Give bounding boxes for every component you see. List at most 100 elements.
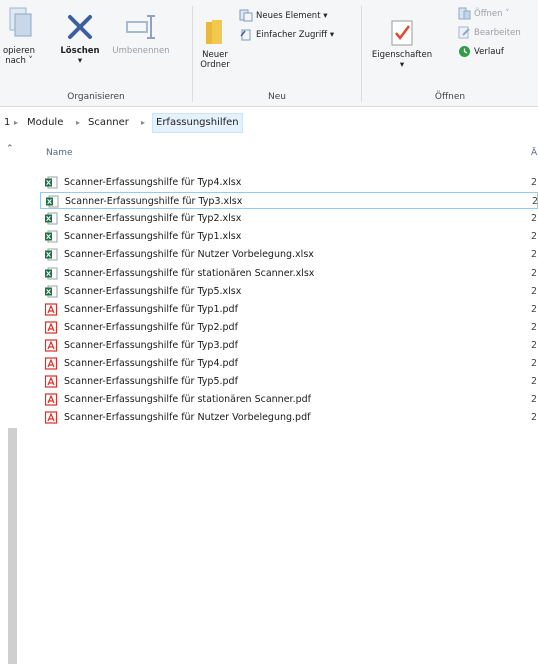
pdf-icon <box>44 321 58 334</box>
file-date: 2 <box>531 339 538 351</box>
edit-button[interactable]: Bearbeiten <box>458 26 521 40</box>
breadcrumb-lead: 1 <box>4 117 11 128</box>
file-row[interactable]: Scanner-Erfassungshilfe für Typ5.pdf 2 <box>40 373 538 390</box>
excel-icon <box>45 230 58 243</box>
properties-button[interactable]: Eigenschaften ▾ <box>370 20 434 70</box>
file-name: Scanner-Erfassungshilfe für Nutzer Vorbe… <box>64 249 314 261</box>
file-date: 2 <box>531 285 538 297</box>
rename-button[interactable]: Umbenennen <box>108 12 174 56</box>
file-date: 2 <box>531 231 538 243</box>
file-row[interactable]: Scanner-Erfassungshilfe für Nutzer Vorbe… <box>40 246 538 263</box>
file-row[interactable]: Scanner-Erfassungshilfe für Typ2.pdf 2 <box>40 319 538 336</box>
edit-icon <box>458 26 470 39</box>
file-row[interactable]: Scanner-Erfassungshilfe für stationären … <box>40 391 538 408</box>
properties-arrow: ▾ <box>399 60 405 70</box>
ribbon: opieren nach ˅ Löschen ▾ Umbenennen Orga… <box>0 0 538 107</box>
file-date: 2 <box>531 303 538 315</box>
rename-icon <box>126 15 155 39</box>
file-date: 2 <box>531 412 538 424</box>
open-group-label: Öffnen <box>434 92 466 102</box>
file-row[interactable]: Scanner-Erfassungshilfe für Typ2.xlsx 2 <box>40 210 538 227</box>
file-name: Scanner-Erfassungshilfe für stationären … <box>64 267 315 279</box>
delete-x-icon <box>68 15 92 39</box>
new-group: Neuer Ordner Neues Element ▾ Einfacher Z… <box>193 0 361 106</box>
breadcrumb-item-module[interactable]: Module <box>27 112 63 134</box>
excel-icon <box>45 267 58 279</box>
pdf-icon <box>44 357 58 370</box>
file-row[interactable]: Scanner-Erfassungshilfe für Typ4.pdf 2 <box>40 355 538 372</box>
file-name: Scanner-Erfassungshilfe für Typ3.xlsx <box>65 196 243 208</box>
file-row[interactable]: Scanner-Erfassungshilfe für Nutzer Vorbe… <box>40 409 538 426</box>
open-button[interactable]: Öffnen ˅ <box>458 7 510 21</box>
open-icon <box>458 7 471 20</box>
file-row[interactable]: Scanner-Erfassungshilfe für Typ5.xlsx 2 <box>40 283 538 300</box>
excel-icon <box>46 195 59 208</box>
file-name: Scanner-Erfassungshilfe für Typ1.pdf <box>64 303 238 315</box>
excel-icon <box>45 285 58 298</box>
delete-arrow: ▾ <box>77 56 83 66</box>
new-folder-button[interactable]: Neuer Ordner <box>199 16 231 70</box>
file-row[interactable]: Scanner-Erfassungshilfe für Typ1.pdf 2 <box>40 301 538 318</box>
new-folder-label-2: Ordner <box>200 60 230 70</box>
organize-group-label: Organisieren <box>67 92 125 102</box>
easy-access-label: Einfacher Zugriff ▾ <box>256 30 335 40</box>
breadcrumb-item-scanner[interactable]: Scanner <box>88 112 129 134</box>
file-name: Scanner-Erfassungshilfe für Typ2.pdf <box>64 321 238 333</box>
edit-label: Bearbeiten <box>474 28 521 38</box>
pdf-icon <box>44 375 58 388</box>
file-row[interactable]: Scanner-Erfassungshilfe für Typ3.pdf 2 <box>40 337 538 354</box>
copy-to-label-2: nach ˅ <box>5 56 33 66</box>
file-name: Scanner-Erfassungshilfe für stationären … <box>64 394 311 406</box>
open-group: Eigenschaften ▾ Öffnen ˅ Bearbeiten Verl… <box>362 0 538 106</box>
file-name: Scanner-Erfassungshilfe für Typ1.xlsx <box>64 231 242 243</box>
file-date: 2 <box>531 249 538 261</box>
properties-label: Eigenschaften <box>371 50 433 60</box>
breadcrumb-item-erfassungshilfen[interactable]: Erfassungshilfen <box>152 113 243 133</box>
new-item-icon <box>239 9 253 22</box>
pdf-icon <box>44 339 58 352</box>
file-row[interactable]: Scanner-Erfassungshilfe für stationären … <box>40 265 538 282</box>
copy-to-label-1: opieren <box>2 46 36 56</box>
chevron-right-icon: ▸ <box>76 118 81 127</box>
easy-access-button[interactable]: Einfacher Zugriff ▾ <box>239 28 334 42</box>
file-row[interactable]: Scanner-Erfassungshilfe für Typ3.xlsx 2 <box>40 192 538 210</box>
file-name: Scanner-Erfassungshilfe für Nutzer Vorbe… <box>64 412 311 424</box>
file-name: Scanner-Erfassungshilfe für Typ4.pdf <box>64 358 238 369</box>
scroll-up-icon[interactable]: ⌃ <box>6 144 14 154</box>
pdf-icon <box>44 303 58 316</box>
column-header-date[interactable]: Ä <box>531 148 537 158</box>
file-date: 2 <box>531 321 538 333</box>
file-date: 2 <box>531 376 538 388</box>
new-group-label: Neu <box>268 92 286 102</box>
new-folder-label-1: Neuer <box>202 50 228 60</box>
copy-icon <box>9 7 32 37</box>
rename-label: Umbenennen <box>112 46 170 56</box>
scrollbar-thumb[interactable] <box>8 428 17 664</box>
folder-icon <box>206 20 222 44</box>
pdf-icon <box>44 411 58 424</box>
copy-to-button[interactable]: opieren nach ˅ <box>0 6 38 66</box>
excel-icon <box>45 176 58 189</box>
file-date: 2 <box>531 358 538 369</box>
file-name: Scanner-Erfassungshilfe für Typ4.xlsx <box>64 177 242 188</box>
file-date: 2 <box>531 213 538 225</box>
navigation-pane-scrollbar[interactable]: ⌃ <box>0 140 22 664</box>
file-name: Scanner-Erfassungshilfe für Typ5.xlsx <box>64 285 242 297</box>
file-row[interactable]: Scanner-Erfassungshilfe für Typ1.xlsx 2 <box>40 228 538 245</box>
file-name: Scanner-Erfassungshilfe für Typ3.pdf <box>64 339 238 351</box>
delete-button[interactable]: Löschen ▾ <box>58 12 102 66</box>
chevron-right-icon: ▸ <box>141 118 146 127</box>
file-date: 2 <box>532 196 538 208</box>
file-date: 2 <box>531 177 538 188</box>
easy-access-icon <box>240 29 251 41</box>
new-item-label: Neues Element ▾ <box>256 11 328 21</box>
history-icon <box>459 46 470 57</box>
address-bar[interactable]: 1 ▸ Module ▸ Scanner ▸ Erfassungshilfen <box>0 112 538 134</box>
history-button[interactable]: Verlauf <box>458 45 504 59</box>
file-row[interactable]: Scanner-Erfassungshilfe für Typ4.xlsx 2 <box>40 174 538 191</box>
excel-icon <box>45 212 58 225</box>
excel-icon <box>45 248 58 261</box>
chevron-right-icon: ▸ <box>14 118 19 127</box>
new-item-button[interactable]: Neues Element ▾ <box>239 9 328 23</box>
column-header-name[interactable]: Name <box>46 148 73 158</box>
